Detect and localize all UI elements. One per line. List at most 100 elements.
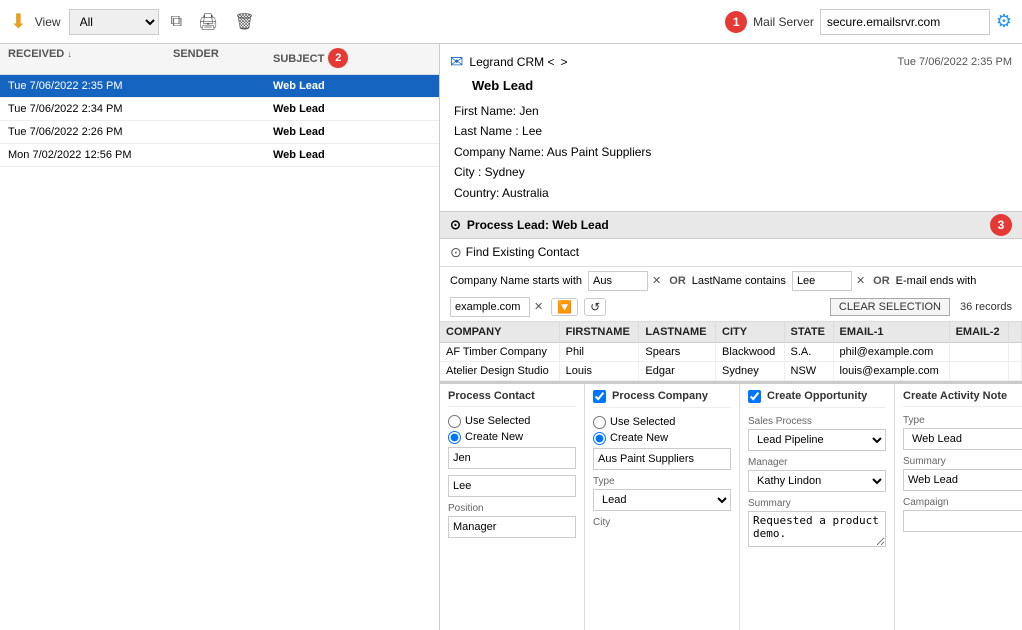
- position-label: Position: [448, 503, 576, 514]
- email-filter-label: E-mail ends with: [896, 275, 977, 287]
- email-from: ✉ Legrand CRM < >: [450, 52, 567, 72]
- email-date: Tue 7/06/2022 2:26 PM: [8, 126, 173, 138]
- th-firstname: FIRSTNAME: [559, 322, 639, 343]
- email-date: Tue 7/06/2022 2:34 PM: [8, 103, 173, 115]
- use-selected-radio[interactable]: [448, 415, 461, 428]
- activity-type-select[interactable]: Web Lead: [903, 428, 1022, 450]
- td-firstname: Louis: [559, 361, 639, 380]
- company-name-input[interactable]: [593, 448, 731, 470]
- create-opportunity-label: Create Opportunity: [767, 390, 867, 402]
- company-filter-label: Company Name starts with: [450, 275, 582, 287]
- lastname-input[interactable]: [448, 475, 576, 497]
- find-existing-contact-row[interactable]: ⊙ Find Existing Contact: [440, 239, 1022, 267]
- lastname-filter-clear[interactable]: ✕: [854, 274, 867, 287]
- main-content: RECEIVED ↓ SENDER SUBJECT 2 Tue 7/06/202…: [0, 44, 1022, 630]
- email-envelope-icon: ✉: [450, 52, 463, 72]
- process-lead-header: ⊙ Process Lead: Web Lead 3: [440, 212, 1022, 239]
- process-company-label: Process Company: [612, 390, 708, 402]
- activity-type-label: Type: [903, 415, 1022, 426]
- company-type-label: Type: [593, 476, 731, 487]
- td-action: [1008, 342, 1021, 361]
- company-create-new-label: Create New: [610, 432, 668, 444]
- company-use-selected-row[interactable]: Use Selected: [593, 416, 731, 429]
- badge-2: 2: [328, 48, 348, 68]
- email-filter-input[interactable]: [450, 297, 530, 317]
- company-use-selected-radio[interactable]: [593, 416, 606, 429]
- filter-row: Company Name starts with ✕ OR LastName c…: [440, 267, 1022, 322]
- email-row[interactable]: Mon 7/02/2022 12:56 PM Web Lead: [0, 144, 439, 167]
- lastname-group: [448, 475, 576, 497]
- print-icon-btn[interactable]: 🖨: [194, 10, 222, 34]
- email-date: Tue 7/06/2022 2:35 PM: [8, 80, 173, 92]
- filter-icon-btn[interactable]: 🔽: [551, 298, 578, 316]
- sort-icon: ↓: [67, 49, 72, 59]
- email-detail-subject: Web Lead: [472, 78, 1012, 93]
- lastname-filter-input[interactable]: [792, 271, 852, 291]
- lastname-filter-label: LastName contains: [692, 275, 786, 287]
- process-area: ⊙ Process Lead: Web Lead 3 ⊙ Find Existi…: [440, 212, 1022, 630]
- email-sender: [173, 149, 273, 161]
- gear-icon-btn[interactable]: ⚙: [996, 11, 1012, 32]
- contact-table: COMPANY FIRSTNAME LASTNAME CITY STATE EM…: [440, 322, 1022, 381]
- activity-summary-input[interactable]: [903, 469, 1022, 491]
- create-new-radio[interactable]: [448, 431, 461, 444]
- td-state: S.A.: [784, 342, 833, 361]
- company-filter-input[interactable]: [588, 271, 648, 291]
- td-city: Blackwood: [716, 342, 784, 361]
- create-new-radio-row[interactable]: Create New: [448, 431, 576, 444]
- company-create-new-radio[interactable]: [593, 432, 606, 445]
- col-subject-header: SUBJECT 2: [273, 48, 431, 70]
- th-city: CITY: [716, 322, 784, 343]
- reset-filter-btn[interactable]: ↺: [584, 298, 606, 316]
- view-label: View: [35, 15, 61, 29]
- opp-summary-group: Summary Requested a product demo.: [748, 498, 886, 550]
- opp-summary-label: Summary: [748, 498, 886, 509]
- firstname-group: [448, 447, 576, 469]
- position-input[interactable]: [448, 516, 576, 538]
- td-state: NSW: [784, 361, 833, 380]
- view-select[interactable]: All: [69, 9, 159, 35]
- td-lastname: Spears: [639, 342, 716, 361]
- email-row[interactable]: Tue 7/06/2022 2:26 PM Web Lead: [0, 121, 439, 144]
- clear-selection-button[interactable]: CLEAR SELECTION: [830, 298, 950, 316]
- email-detail-header: ✉ Legrand CRM < > Tue 7/06/2022 2:35 PM: [450, 52, 1012, 72]
- manager-select[interactable]: Kathy Lindon: [748, 470, 886, 492]
- company-create-new-row[interactable]: Create New: [593, 432, 731, 445]
- campaign-group: Campaign: [903, 497, 1022, 532]
- campaign-select[interactable]: [903, 510, 1022, 532]
- process-company-header: Process Company: [593, 390, 731, 408]
- use-selected-radio-row[interactable]: Use Selected: [448, 415, 576, 428]
- position-group: Position: [448, 503, 576, 538]
- col-received-header: RECEIVED ↓: [8, 48, 173, 70]
- mail-server-label: Mail Server: [753, 15, 814, 29]
- company-filter-chip: ✕: [588, 271, 663, 291]
- email-filter-clear[interactable]: ✕: [532, 300, 545, 313]
- td-email1: phil@example.com: [833, 342, 949, 361]
- company-use-selected-label: Use Selected: [610, 416, 675, 428]
- badge-3: 3: [990, 214, 1012, 236]
- mail-server-input[interactable]: [820, 9, 990, 35]
- contact-table-wrap: COMPANY FIRSTNAME LASTNAME CITY STATE EM…: [440, 322, 1022, 382]
- td-firstname: Phil: [559, 342, 639, 361]
- sales-process-select[interactable]: Lead Pipeline: [748, 429, 886, 451]
- create-opportunity-checkbox[interactable]: [748, 390, 761, 403]
- firstname-input[interactable]: [448, 447, 576, 469]
- email-subject: Web Lead: [273, 126, 431, 138]
- email-row[interactable]: Tue 7/06/2022 2:35 PM Web Lead: [0, 75, 439, 98]
- table-row[interactable]: Atelier Design Studio Louis Edgar Sydney…: [440, 361, 1022, 380]
- td-lastname: Edgar: [639, 361, 716, 380]
- email-row[interactable]: Tue 7/06/2022 2:34 PM Web Lead: [0, 98, 439, 121]
- create-opportunity-header: Create Opportunity: [748, 390, 886, 408]
- company-type-select[interactable]: Lead: [593, 489, 731, 511]
- company-filter-clear[interactable]: ✕: [650, 274, 663, 287]
- process-company-checkbox[interactable]: [593, 390, 606, 403]
- email-body: First Name: Jen Last Name : Lee Company …: [454, 101, 1012, 203]
- delete-icon-btn[interactable]: 🗑: [230, 10, 258, 34]
- find-contact-label: Find Existing Contact: [466, 245, 579, 259]
- process-columns: Process Contact Use Selected Create New: [440, 382, 1022, 630]
- copy-icon-btn[interactable]: ⧉: [167, 11, 186, 33]
- opp-summary-textarea[interactable]: Requested a product demo.: [748, 511, 886, 547]
- table-row[interactable]: AF Timber Company Phil Spears Blackwood …: [440, 342, 1022, 361]
- create-opportunity-col: Create Opportunity Sales Process Lead Pi…: [740, 384, 895, 630]
- or-label-2: OR: [873, 275, 890, 287]
